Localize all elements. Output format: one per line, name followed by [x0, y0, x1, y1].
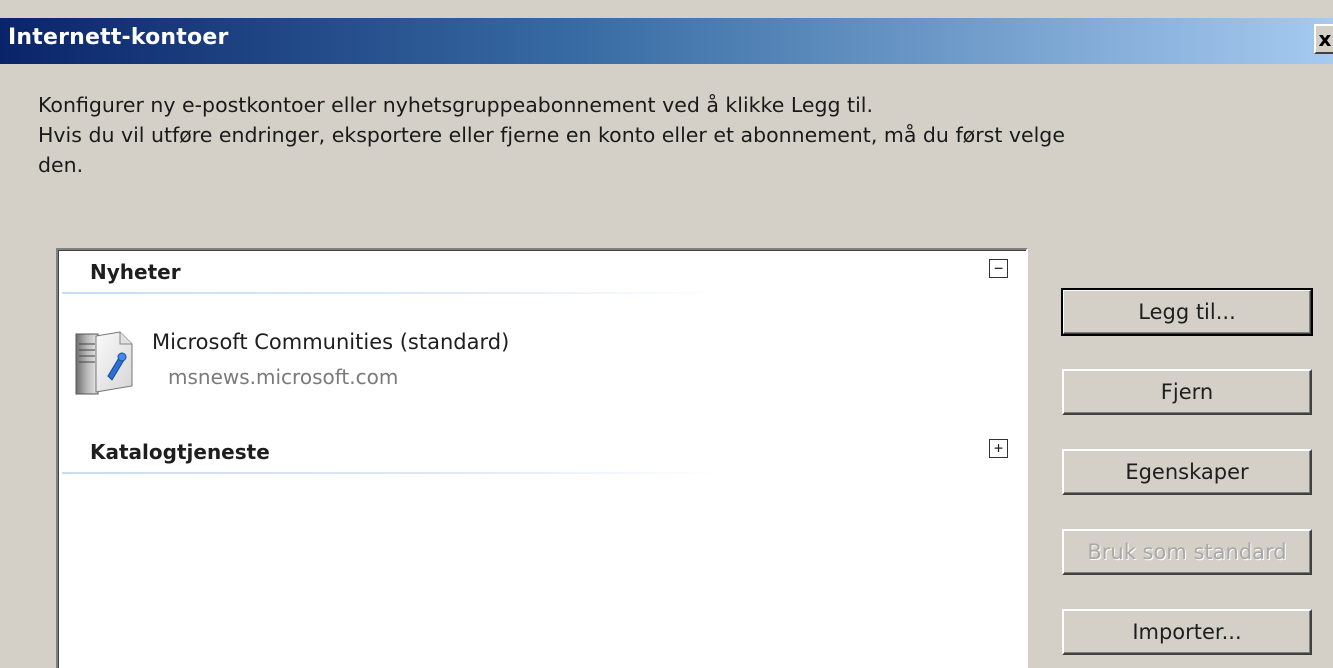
instructions-text: Konfigurer ny e-postkontoer eller nyhets… — [38, 90, 1288, 180]
import-button[interactable]: Importer... — [1062, 609, 1312, 655]
title-bar[interactable]: Internett-kontoer x — [0, 18, 1333, 64]
add-button[interactable]: Legg til... — [1061, 288, 1313, 336]
close-button[interactable]: x — [1314, 24, 1333, 54]
group-label: Katalogtjeneste — [90, 440, 270, 464]
group-divider — [62, 292, 722, 294]
internet-accounts-dialog: Internett-kontoer x Konfigurer ny e-post… — [0, 0, 1333, 668]
window-title: Internett-kontoer — [8, 25, 229, 50]
remove-button[interactable]: Fjern — [1062, 369, 1312, 415]
group-header-nyheter[interactable]: Nyheter − — [58, 250, 1026, 294]
instructions-line-1: Konfigurer ny e-postkontoer eller nyhets… — [38, 93, 873, 117]
group-divider — [62, 472, 722, 474]
set-default-button[interactable]: Bruk som standard — [1062, 529, 1312, 575]
instructions-line-2: Hvis du vil utføre endringer, eksportere… — [38, 123, 1065, 147]
accounts-list[interactable]: Nyheter − Microsoft Communities (standar… — [56, 248, 1028, 668]
news-server-icon — [75, 331, 133, 395]
group-label: Nyheter — [90, 260, 181, 284]
account-server: msnews.microsoft.com — [168, 365, 399, 389]
properties-button[interactable]: Egenskaper — [1062, 449, 1312, 495]
expand-icon[interactable]: + — [989, 439, 1008, 458]
close-icon: x — [1318, 27, 1332, 51]
collapse-icon[interactable]: − — [989, 259, 1008, 278]
list-item-account[interactable]: Microsoft Communities (standard) msnews.… — [70, 326, 1010, 406]
instructions-line-3: den. — [38, 153, 84, 177]
group-header-katalogtjeneste[interactable]: Katalogtjeneste + — [58, 430, 1026, 474]
account-name: Microsoft Communities (standard) — [152, 330, 510, 354]
